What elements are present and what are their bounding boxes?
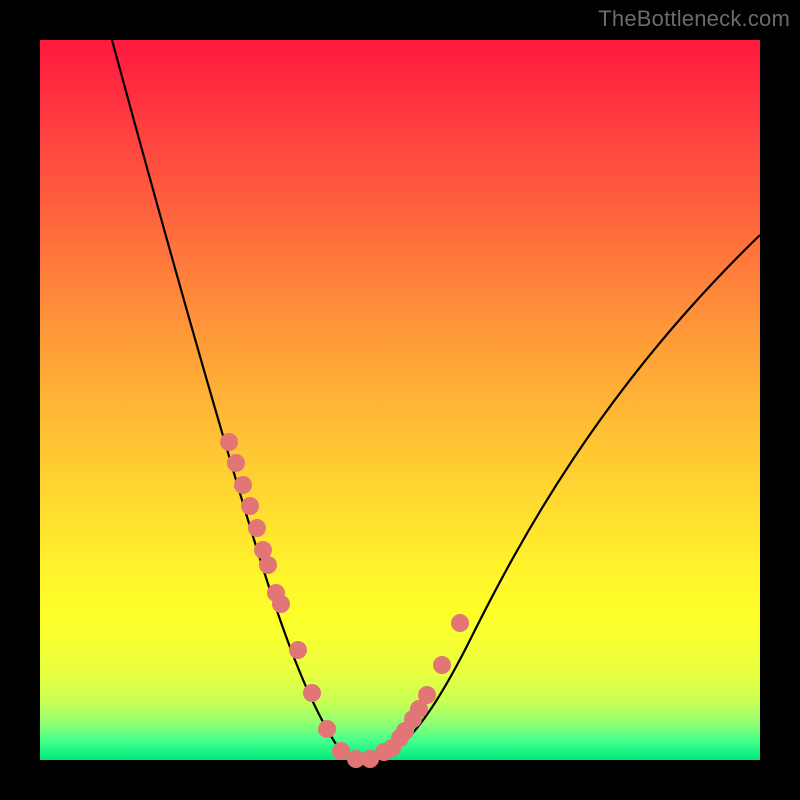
dot — [272, 595, 290, 613]
dot — [248, 519, 266, 537]
dot — [433, 656, 451, 674]
dot — [318, 720, 336, 738]
dot — [234, 476, 252, 494]
dot — [220, 433, 238, 451]
plot-area — [40, 40, 760, 760]
dot — [241, 497, 259, 515]
highlight-dots-layer — [220, 433, 469, 768]
dot — [289, 641, 307, 659]
chart-svg — [40, 40, 760, 760]
dot — [259, 556, 277, 574]
bottleneck-curve-path — [112, 40, 760, 760]
dot — [303, 684, 321, 702]
curve-layer — [112, 40, 760, 760]
dot — [227, 454, 245, 472]
watermark-text: TheBottleneck.com — [598, 6, 790, 32]
dot — [451, 614, 469, 632]
chart-frame: TheBottleneck.com — [0, 0, 800, 800]
dot — [418, 686, 436, 704]
